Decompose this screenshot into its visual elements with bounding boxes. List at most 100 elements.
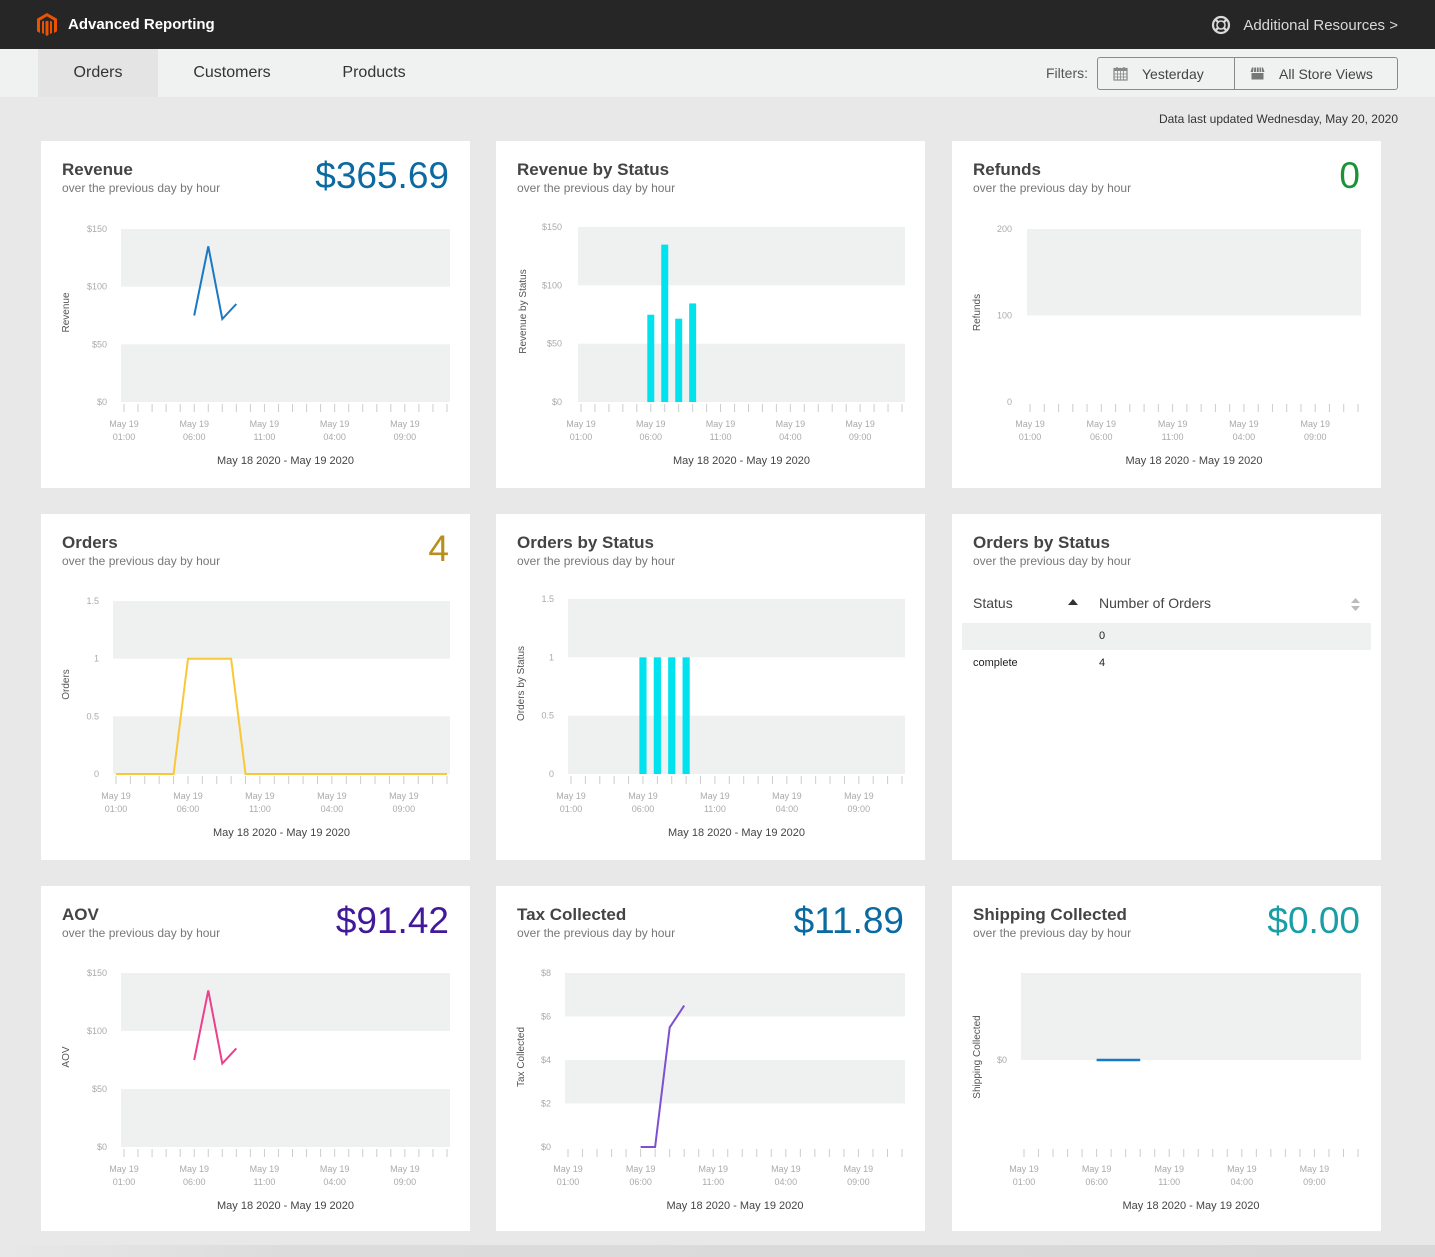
grid-band — [568, 599, 905, 658]
additional-resources-link[interactable]: Additional Resources > — [1211, 15, 1398, 35]
x-tick-label: 06:00 — [1090, 432, 1113, 442]
additional-resources-label: Additional Resources > — [1243, 16, 1398, 34]
x-tick-label: 09:00 — [848, 804, 871, 814]
x-tick-label: 09:00 — [394, 432, 417, 442]
tab-orders[interactable]: Orders — [38, 49, 158, 97]
x-tick-label: May 19 — [566, 419, 596, 429]
y-tick-label: 1 — [94, 654, 99, 664]
grid-band — [121, 229, 450, 287]
x-tick-label: May 19 — [250, 419, 280, 429]
sort-ascending-icon[interactable] — [1068, 599, 1078, 605]
column-header-number-of-orders[interactable]: Number of Orders — [1099, 590, 1299, 616]
store-view-filter-label: All Store Views — [1279, 65, 1373, 82]
x-tick-label: 11:00 — [249, 804, 271, 814]
bar — [639, 657, 647, 774]
grid-band — [113, 716, 450, 774]
x-tick-label: May 19 — [179, 1164, 209, 1174]
x-tick-label: 09:00 — [1304, 432, 1327, 442]
x-tick-label: May 19 — [1015, 419, 1045, 429]
data-updated-timestamp: Data last updated Wednesday, May 20, 202… — [1158, 112, 1398, 126]
x-tick-label: May 19 — [556, 791, 586, 801]
x-axis-label: May 18 2020 - May 19 2020 — [217, 455, 354, 467]
y-axis-label: Revenue by Status — [518, 269, 529, 354]
card-subtitle: over the previous day by hour — [973, 554, 1132, 568]
x-tick-label: 01:00 — [113, 432, 136, 442]
column-header-label: Status — [973, 595, 1013, 611]
y-tick-label: $0 — [552, 397, 562, 407]
sort-unsorted-icon[interactable] — [1351, 598, 1360, 611]
x-tick-label: May 19 — [390, 419, 420, 429]
aov-chart: $0 $50 $100 $150 AOV May 19 01:00 May 19 06:00 Ma… — [61, 968, 450, 1212]
x-tick-label: May 19 — [628, 791, 658, 801]
top-bar: Advanced Reporting Additional Resources … — [0, 0, 1435, 49]
grid-band — [578, 343, 905, 402]
card-title: Orders by Status — [973, 533, 1110, 552]
storefront-icon — [1250, 67, 1265, 80]
calendar-icon — [1113, 67, 1128, 81]
tax-collected-card: Tax Collected over the previous day by h… — [496, 886, 925, 1231]
x-tick-label: May 19 — [250, 1164, 280, 1174]
grid-band — [565, 973, 905, 1017]
y-tick-label: $0 — [97, 1142, 107, 1152]
x-tick-label: May 19 — [698, 1164, 728, 1174]
aov-card: AOV over the previous day by hour $91.42… — [41, 886, 470, 1231]
x-axis-label: May 18 2020 - May 19 2020 — [667, 1200, 804, 1212]
date-filter-button[interactable]: Yesterday — [1098, 58, 1235, 89]
grid-band — [578, 227, 905, 286]
x-tick-label: 11:00 — [702, 1177, 724, 1187]
y-tick-label: $100 — [542, 280, 562, 290]
x-tick-label: May 19 — [1229, 419, 1259, 429]
x-tick-label: 04:00 — [323, 432, 346, 442]
x-tick-label: 01:00 — [570, 432, 593, 442]
y-axis-label: Tax Collected — [516, 1027, 527, 1087]
x-tick-label: 09:00 — [393, 804, 416, 814]
x-tick-label: May 19 — [320, 419, 350, 429]
x-tick-label: 04:00 — [775, 1177, 798, 1187]
y-tick-label: 100 — [997, 311, 1012, 321]
revenue-by-status-chart: $0 $50 $100 $150 Revenue by Status May 19 01:0… — [518, 222, 905, 467]
x-tick-label: 06:00 — [1085, 1177, 1108, 1187]
x-tick-label: 11:00 — [1158, 1177, 1180, 1187]
bar — [653, 657, 661, 774]
bar — [668, 657, 676, 774]
tab-products[interactable]: Products — [314, 49, 434, 97]
page-bottom-edge — [0, 1245, 1435, 1257]
x-tick-label: May 19 — [320, 1164, 350, 1174]
table-row: 0 — [962, 623, 1371, 650]
x-tick-label: May 19 — [1227, 1164, 1257, 1174]
y-tick-label: $100 — [87, 1026, 107, 1036]
x-tick-label: May 19 — [101, 791, 131, 801]
x-tick-label: 01:00 — [105, 804, 128, 814]
y-tick-label: $50 — [92, 339, 107, 349]
x-tick-label: May 19 — [109, 1164, 139, 1174]
x-tick-label: May 19 — [626, 1164, 656, 1174]
bar — [682, 657, 690, 774]
x-tick-label: May 19 — [317, 791, 347, 801]
x-tick-label: May 19 — [706, 419, 736, 429]
x-tick-label: May 19 — [1158, 419, 1188, 429]
x-tick-label: 04:00 — [323, 1177, 346, 1187]
store-view-filter-button[interactable]: All Store Views — [1235, 58, 1397, 89]
x-tick-label: May 19 — [1300, 419, 1330, 429]
x-tick-label: May 19 — [636, 419, 666, 429]
x-tick-label: May 19 — [1087, 419, 1117, 429]
orders-by-status-table-card: Orders by Status over the previous day b… — [952, 514, 1381, 860]
x-tick-label: May 19 — [179, 419, 209, 429]
x-tick-label: May 19 — [1300, 1164, 1330, 1174]
x-tick-label: 11:00 — [704, 804, 726, 814]
tab-customers[interactable]: Customers — [172, 49, 292, 97]
x-tick-label: May 19 — [389, 791, 419, 801]
bar — [661, 244, 669, 402]
bar — [689, 303, 697, 402]
grid-band — [1021, 973, 1361, 1060]
revenue-chart: $0 $50 $100 $150 Revenue May 19 01:00 May 19 06:… — [61, 224, 450, 467]
table-row: complete 4 — [962, 650, 1371, 677]
count-cell: 4 — [1099, 657, 1106, 669]
x-tick-label: May 19 — [844, 791, 874, 801]
x-tick-label: 06:00 — [629, 1177, 652, 1187]
y-tick-label: $150 — [87, 968, 107, 978]
x-tick-label: 06:00 — [632, 804, 655, 814]
y-axis-label: AOV — [61, 1046, 72, 1067]
y-axis-label: Shipping Collected — [972, 1015, 983, 1098]
x-tick-label: 09:00 — [1303, 1177, 1326, 1187]
